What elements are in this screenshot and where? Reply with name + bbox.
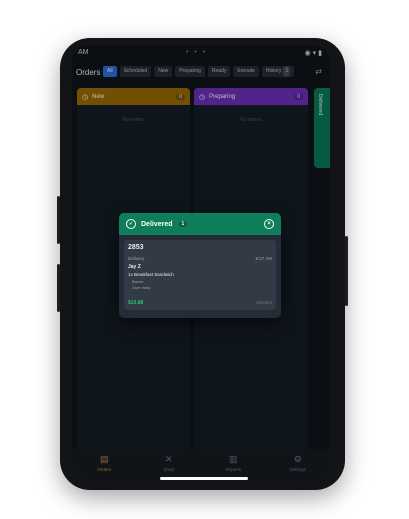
order-number: 2853 bbox=[128, 244, 144, 251]
app-screen: AM • • • ◉ ▾ ▮ Orders All Scheduled New … bbox=[72, 45, 330, 481]
item-modifier: Over easy bbox=[132, 285, 151, 290]
order-card[interactable]: 2853 Delivery 9:27 AM Jay Z 1x Breakfast… bbox=[124, 240, 276, 310]
dialog-count: 1 bbox=[178, 221, 188, 227]
volume-button bbox=[57, 264, 60, 312]
order-type: Delivery bbox=[128, 256, 145, 261]
home-indicator[interactable] bbox=[160, 477, 248, 480]
delivered-dialog: ✓ Delivered 1 × 2853 Delivery 9:27 AM Ja… bbox=[119, 213, 281, 318]
check-circle-icon: ✓ bbox=[126, 219, 136, 229]
dialog-header: ✓ Delivered 1 × bbox=[119, 213, 281, 235]
order-price: $19.88 bbox=[128, 300, 144, 306]
dialog-title: Delivered bbox=[141, 220, 173, 228]
order-age: Minutes bbox=[256, 300, 272, 305]
volume-button bbox=[57, 196, 60, 244]
power-button bbox=[345, 236, 348, 306]
close-icon[interactable]: × bbox=[264, 219, 274, 229]
order-time: 9:27 AM bbox=[255, 256, 272, 261]
item-modifier: Bacon bbox=[132, 279, 144, 284]
customer-name: Jay Z bbox=[128, 264, 141, 270]
order-item: 1x Breakfast Sandwich bbox=[128, 272, 174, 277]
